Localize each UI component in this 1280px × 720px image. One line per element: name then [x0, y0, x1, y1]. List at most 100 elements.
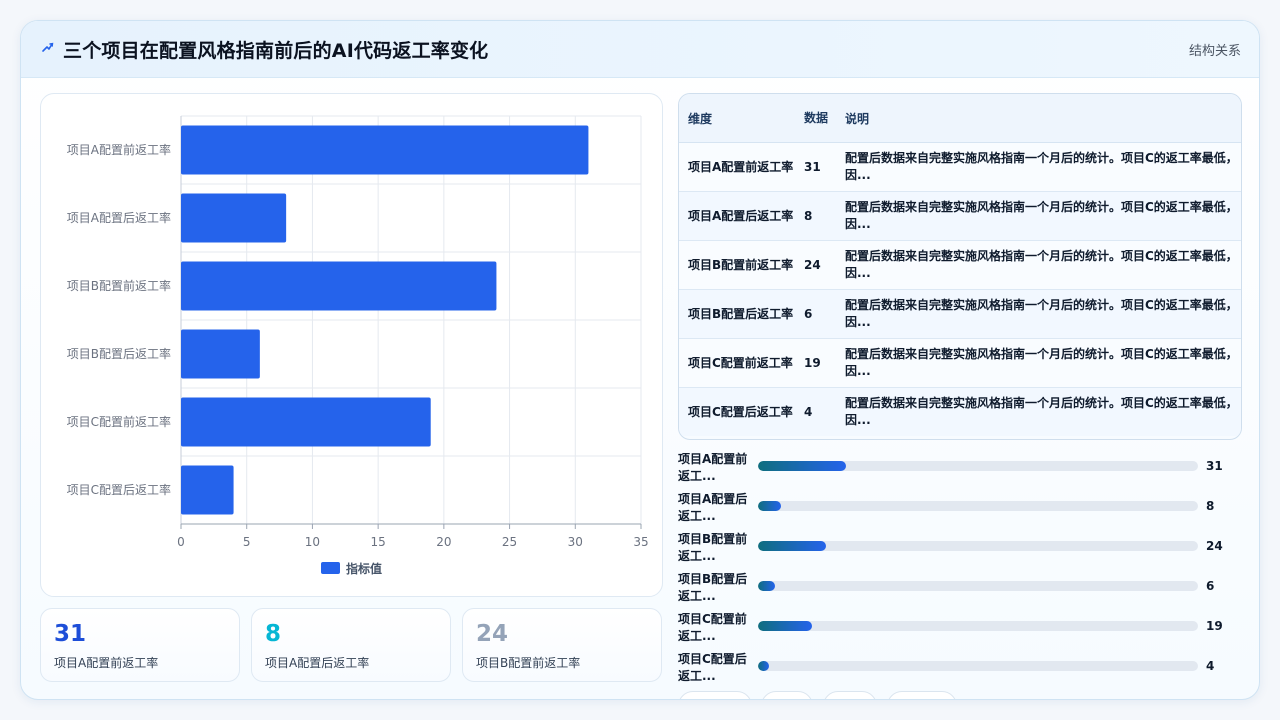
- table-row: 项目B配置后返工率 6 配置后数据来自完整实施风格指南一个月后的统计。项目C的返…: [679, 289, 1241, 339]
- category-label: 项目C配置后返工率: [67, 482, 171, 497]
- bar: [181, 261, 497, 311]
- progress-fill: [758, 541, 827, 551]
- cell-value: 31: [795, 142, 836, 192]
- legend-label: 指标值: [346, 561, 382, 576]
- cell-dimension: 项目A配置前返工率: [679, 142, 795, 192]
- progress-track: [758, 581, 1198, 591]
- col-header-description: 说明: [836, 94, 1241, 143]
- cell-description: 配置后数据来自完整实施风格指南一个月后的统计。项目C的返工率最低，因...: [836, 289, 1241, 339]
- bar: [181, 193, 287, 243]
- bar-chart-card: 项目A配置前返工率 项目A配置后返工率 项目B配置前返工率 项目B配置后返工率 项目C配…: [40, 93, 663, 597]
- progress-label: 项目A配置前返工...: [678, 452, 748, 483]
- stat-label: 项目B配置前返工率: [476, 656, 581, 670]
- category-label: 项目A配置后返工率: [67, 210, 171, 225]
- x-tick-label: 5: [243, 535, 251, 549]
- cell-description: 配置后数据来自完整实施风格指南一个月后的统计。项目C的返工率最低，因...: [836, 191, 1241, 241]
- progress-fill: [758, 501, 781, 511]
- tag-chip[interactable]: [887, 691, 957, 699]
- progress-row: 项目B配置后返工... 6: [678, 570, 1240, 608]
- cell-description: 配置后数据来自完整实施风格指南一个月后的统计。项目C的返工率最低，因...: [836, 338, 1241, 388]
- progress-value: 31: [1206, 459, 1223, 473]
- x-tick-label: 35: [633, 535, 648, 549]
- cell-value: 19: [795, 338, 836, 388]
- cell-dimension: 项目B配置后返工率: [679, 289, 795, 339]
- dashboard-window: 三个项目在配置风格指南前后的AI代码返工率变化 结构关系 项目A配置前返工率 项目…: [20, 20, 1260, 700]
- progress-value: 4: [1206, 659, 1215, 673]
- category-label: 项目B配置前返工率: [67, 278, 171, 293]
- progress-track: [758, 461, 1198, 471]
- structure-link[interactable]: 结构关系: [1189, 40, 1241, 59]
- progress-label: 项目A配置后返工...: [678, 492, 748, 523]
- progress-label: 项目C配置后返工...: [678, 652, 747, 683]
- bar: [181, 465, 234, 515]
- progress-row: 项目C配置前返工... 19: [678, 610, 1240, 648]
- progress-label: 项目C配置前返工...: [678, 612, 747, 643]
- x-tick-label: 10: [305, 535, 320, 549]
- progress-fill: [758, 581, 776, 591]
- progress-fill: [758, 621, 812, 631]
- category-label: 项目C配置前返工率: [67, 414, 171, 429]
- progress-value: 8: [1206, 499, 1215, 513]
- bar: [181, 397, 431, 447]
- cell-description: 配置后数据来自完整实施风格指南一个月后的统计。项目C的返工率最低，因...: [836, 387, 1241, 436]
- progress-value: 19: [1206, 619, 1223, 633]
- progress-fill: [758, 661, 770, 671]
- tag-chip[interactable]: [761, 691, 813, 699]
- stat-value: 31: [54, 621, 87, 647]
- progress-track: [758, 661, 1198, 671]
- cell-dimension: 项目C配置前返工率: [679, 338, 795, 388]
- table-row: 项目C配置前返工率 19 配置后数据来自完整实施风格指南一个月后的统计。项目C的…: [679, 338, 1241, 388]
- x-tick-label: 0: [177, 535, 185, 549]
- stat-label: 项目A配置后返工率: [265, 656, 370, 670]
- cell-value: 24: [795, 240, 836, 290]
- trend-icon: [42, 42, 54, 52]
- legend-swatch: [321, 562, 340, 574]
- cell-value: 4: [795, 387, 836, 436]
- cell-dimension: 项目C配置后返工率: [679, 387, 795, 436]
- stat-label: 项目A配置前返工率: [54, 656, 159, 670]
- x-tick-label: 15: [371, 535, 386, 549]
- cell-description: 配置后数据来自完整实施风格指南一个月后的统计。项目C的返工率最低，因...: [836, 142, 1241, 192]
- progress-label: 项目B配置后返工...: [678, 572, 748, 603]
- table-row: 项目A配置后返工率 8 配置后数据来自完整实施风格指南一个月后的统计。项目C的返…: [679, 191, 1241, 241]
- cell-dimension: 项目A配置后返工率: [679, 191, 795, 241]
- cell-value: 8: [795, 191, 836, 241]
- table-row: 项目C配置后返工率 4 配置后数据来自完整实施风格指南一个月后的统计。项目C的返…: [679, 387, 1241, 436]
- stat-value: 24: [476, 621, 509, 647]
- progress-row: 项目C配置后返工... 4: [678, 650, 1240, 688]
- progress-track: [758, 501, 1198, 511]
- col-header-dimension: 维度: [679, 94, 795, 143]
- table-row: 项目B配置前返工率 24 配置后数据来自完整实施风格指南一个月后的统计。项目C的…: [679, 240, 1241, 290]
- stat-card-project-b-before: 24 项目B配置前返工率: [462, 608, 662, 682]
- header-bar: 三个项目在配置风格指南前后的AI代码返工率变化 结构关系: [21, 21, 1259, 78]
- table-header-row: 维度 数据 说明: [679, 94, 1241, 143]
- progress-track: [758, 621, 1198, 631]
- progress-row: 项目A配置后返工... 8: [678, 490, 1240, 528]
- x-tick-label: 25: [502, 535, 517, 549]
- col-header-data: 数据: [795, 94, 836, 143]
- category-label: 项目B配置后返工率: [67, 346, 171, 361]
- cell-description: 配置后数据来自完整实施风格指南一个月后的统计。项目C的返工率最低，因...: [836, 240, 1241, 290]
- progress-row: 项目A配置前返工... 31: [678, 450, 1240, 488]
- page-title: 三个项目在配置风格指南前后的AI代码返工率变化: [63, 40, 489, 62]
- category-label: 项目A配置前返工率: [67, 142, 171, 157]
- tag-chip[interactable]: [823, 691, 877, 699]
- stat-value: 8: [265, 621, 282, 647]
- x-tick-label: 30: [568, 535, 583, 549]
- progress-value: 6: [1206, 579, 1215, 593]
- progress-value: 24: [1206, 539, 1223, 553]
- bar: [181, 329, 260, 379]
- tag-chip[interactable]: [678, 691, 752, 699]
- table-row: 项目A配置前返工率 31 配置后数据来自完整实施风格指南一个月后的统计。项目C的…: [679, 142, 1241, 192]
- progress-fill: [758, 461, 846, 471]
- x-tick-label: 20: [436, 535, 451, 549]
- progress-label: 项目B配置前返工...: [678, 532, 748, 563]
- progress-track: [758, 541, 1198, 551]
- bar: [181, 125, 589, 175]
- cell-dimension: 项目B配置前返工率: [679, 240, 795, 290]
- data-table-card: 维度 数据 说明 项目A配置前返工率 31 配置后数据来自完整实施风格指南一个月…: [678, 93, 1242, 440]
- cell-value: 6: [795, 289, 836, 339]
- stat-card-project-a-before: 31 项目A配置前返工率: [40, 608, 240, 682]
- stat-card-project-a-after: 8 项目A配置后返工率: [251, 608, 451, 682]
- bar-chart: 项目A配置前返工率项目A配置后返工率项目B配置前返工率项目B配置后返工率项目C配…: [67, 115, 649, 576]
